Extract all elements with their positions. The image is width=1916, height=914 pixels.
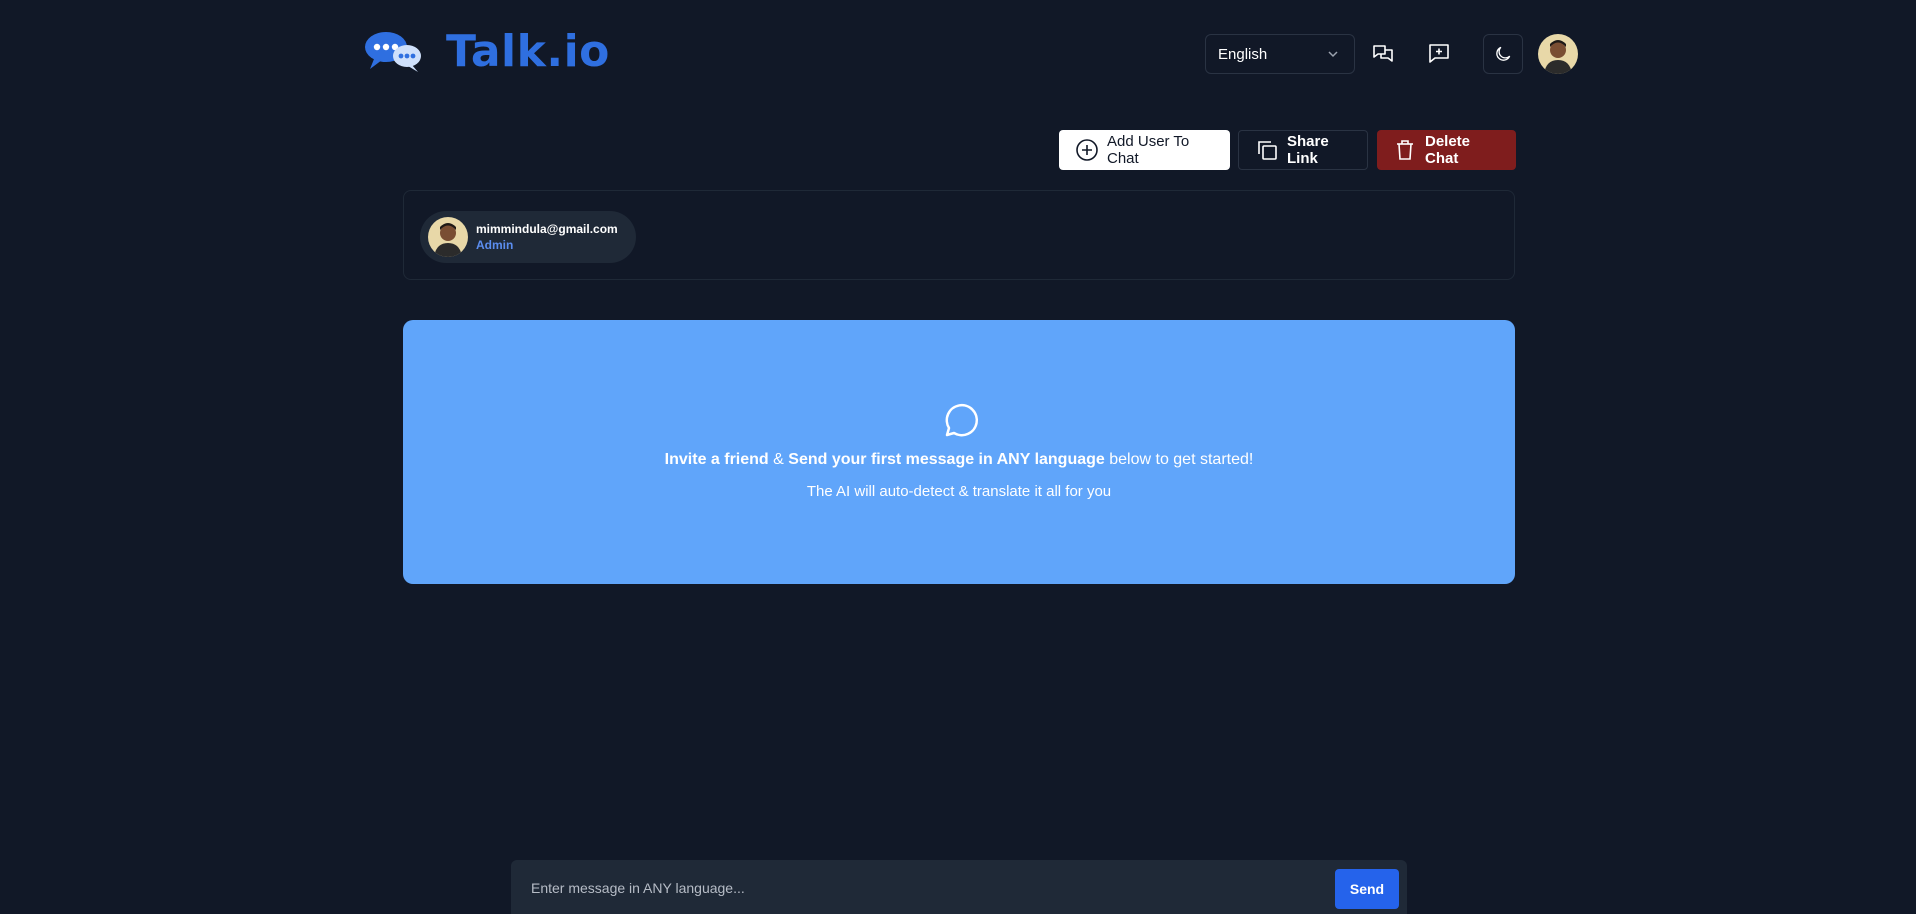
- empty-state-amp: &: [768, 451, 789, 468]
- chevron-down-icon: [1328, 51, 1338, 58]
- chats-icon: [1373, 45, 1393, 62]
- member-role: Admin: [476, 238, 514, 252]
- message-composer: Send: [511, 860, 1407, 914]
- language-select[interactable]: English: [1205, 34, 1355, 74]
- brand-name: Talk.io: [446, 25, 610, 77]
- message-input[interactable]: [531, 876, 1311, 900]
- logo[interactable]: Talk.io: [365, 25, 610, 77]
- profile-photo-icon: [1538, 34, 1578, 74]
- theme-toggle-button[interactable]: [1483, 34, 1523, 74]
- delete-chat-label: Delete Chat: [1425, 133, 1471, 167]
- member-photo-icon: [428, 217, 468, 257]
- add-user-label: Add User To Chat: [1107, 133, 1190, 167]
- message-circle-icon: [945, 403, 979, 437]
- language-select-value: English: [1218, 45, 1268, 63]
- member-avatar: [428, 217, 468, 257]
- chat-bubbles-logo-icon: [365, 32, 421, 72]
- new-chat-button[interactable]: [1419, 34, 1459, 74]
- member-email: mimmindula@gmail.com: [476, 222, 618, 236]
- moon-icon: [1496, 46, 1511, 61]
- send-button[interactable]: Send: [1335, 869, 1399, 909]
- empty-state-invite: Invite a friend: [664, 451, 769, 468]
- member-info: mimmindula@gmail.com Admin: [476, 221, 618, 253]
- empty-state-send: Send your first message in ANY language: [788, 451, 1105, 468]
- chat-members-panel: mimmindula@gmail.com Admin: [403, 190, 1515, 280]
- empty-state-tail: below to get started!: [1104, 451, 1254, 468]
- empty-chat-panel: Invite a friend & Send your first messag…: [403, 320, 1515, 584]
- empty-state-headline: Invite a friend & Send your first messag…: [403, 451, 1515, 469]
- chats-button[interactable]: [1363, 34, 1403, 74]
- message-plus-icon: [1429, 44, 1449, 63]
- header: Talk.io English: [0, 0, 1916, 108]
- share-link-label: Share Link: [1287, 133, 1329, 167]
- trash-icon: [1397, 140, 1413, 160]
- member-chip[interactable]: mimmindula@gmail.com Admin: [420, 211, 636, 263]
- share-link-button[interactable]: Share Link: [1238, 130, 1368, 170]
- delete-chat-button[interactable]: Delete Chat: [1377, 130, 1516, 170]
- user-avatar[interactable]: [1538, 34, 1578, 74]
- plus-circle-icon: [1076, 139, 1098, 161]
- copy-icon: [1258, 141, 1277, 160]
- add-user-button[interactable]: Add User To Chat: [1059, 130, 1230, 170]
- empty-state-subtitle: The AI will auto-detect & translate it a…: [806, 483, 1112, 500]
